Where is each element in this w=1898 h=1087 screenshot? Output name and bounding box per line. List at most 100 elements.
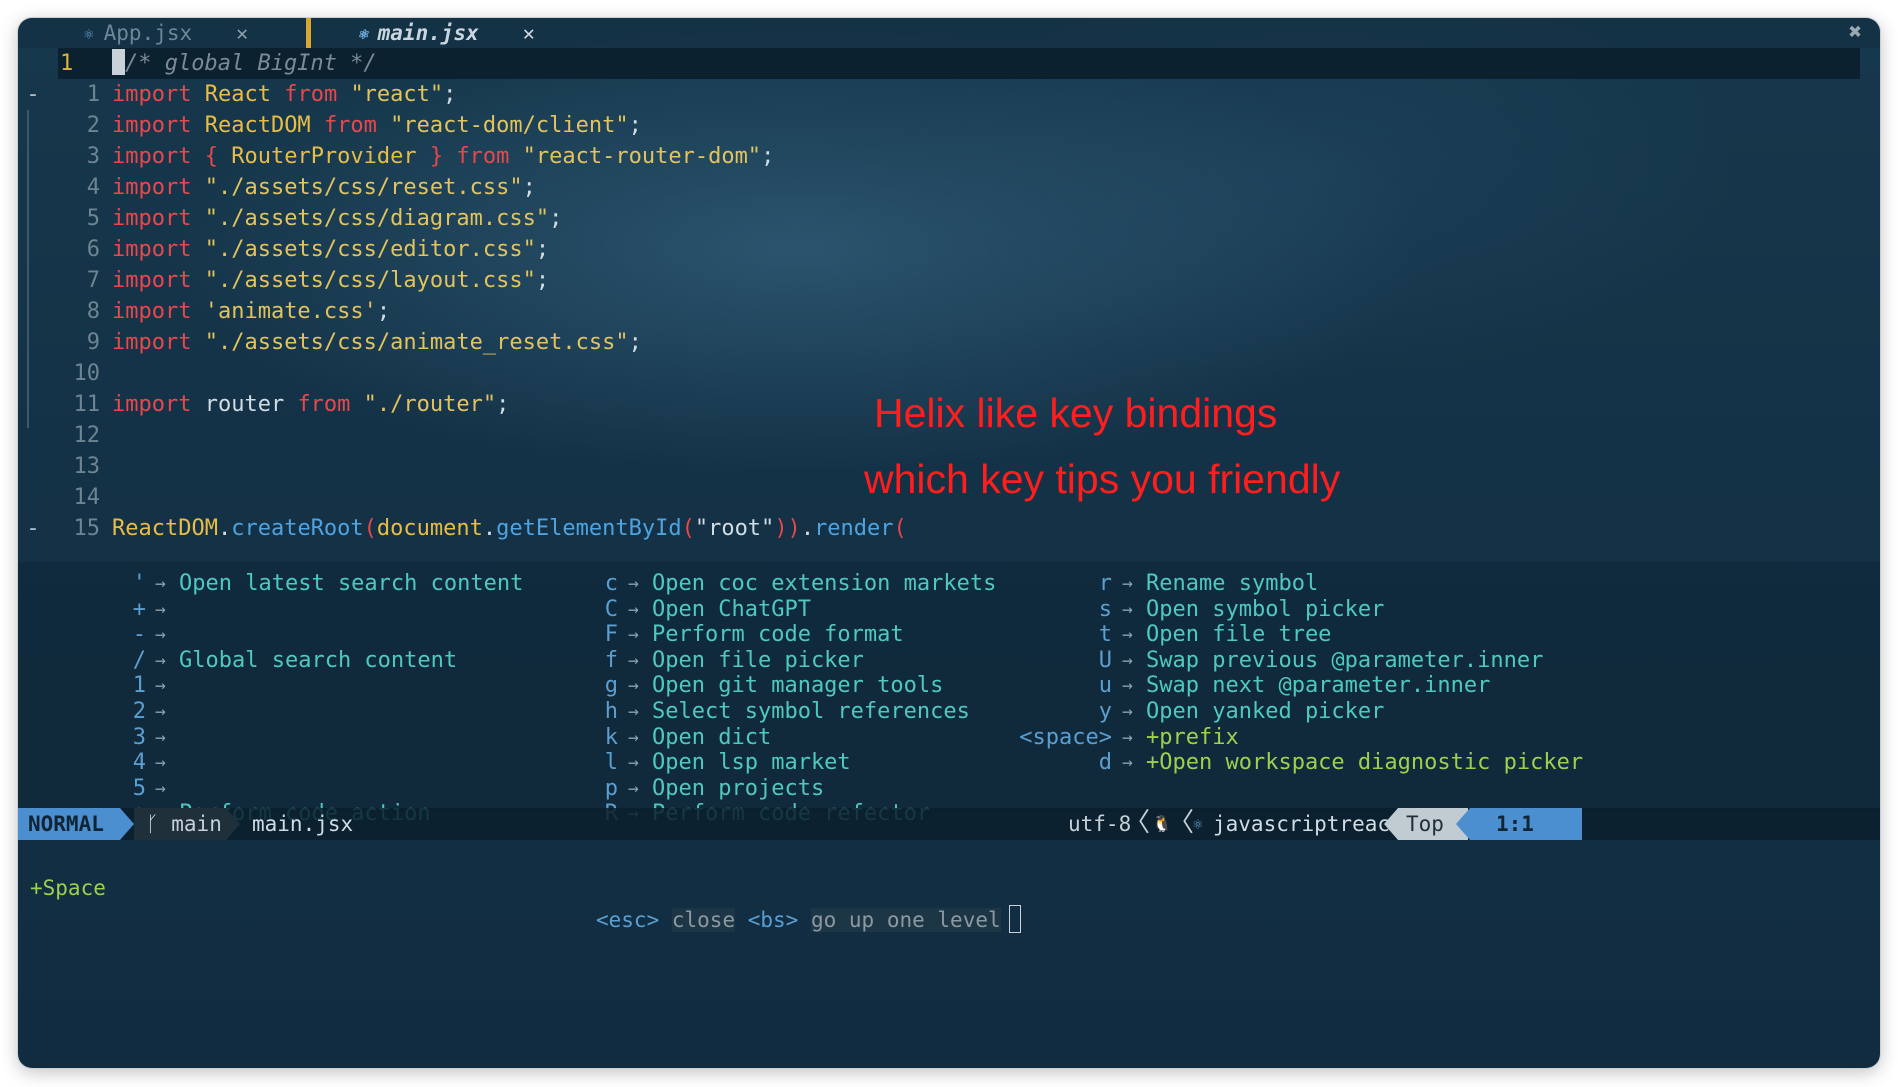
line-number: 11	[73, 392, 101, 417]
code-token: import	[112, 237, 205, 262]
fold-marker: -	[26, 82, 40, 107]
code-line[interactable]: 8 import 'animate.css';	[18, 296, 1880, 327]
code-text: import "./assets/css/animate_reset.css";	[112, 327, 642, 358]
code-token: getElementById	[496, 516, 682, 541]
code-token: }	[429, 144, 457, 169]
line-number: 7	[86, 268, 100, 293]
cursor-pos-separator	[1456, 808, 1470, 840]
line-number: 8	[86, 299, 100, 324]
code-token: router	[204, 392, 298, 417]
tab-label: main.jsx	[377, 21, 479, 45]
window-close-icon[interactable]: ✖	[1849, 20, 1862, 45]
line-number: 6	[86, 237, 100, 262]
code-text: import React from "react";	[112, 79, 456, 110]
status-filename: main.jsx	[252, 812, 354, 836]
bs-desc: go up one level	[810, 908, 1001, 932]
annotation-title: Helix like key bindings	[874, 390, 1278, 436]
line-number: 12	[73, 423, 101, 448]
code-token: render	[814, 516, 894, 541]
tab-main-jsx[interactable]: ⚛ main.jsx ✕	[358, 18, 535, 48]
close-icon[interactable]: ✕	[523, 21, 535, 45]
scroll-separator	[1384, 808, 1398, 840]
code-line[interactable]: 4 import "./assets/css/reset.css";	[18, 172, 1880, 203]
cursor-position: 1:1	[1470, 808, 1582, 840]
file-encoding: utf-8	[1068, 812, 1132, 836]
code-token: ReactDOM	[204, 113, 324, 138]
code-token: import	[112, 113, 205, 138]
code-token: import	[112, 392, 205, 417]
code-line[interactable]: 5 import "./assets/css/diagram.css";	[18, 203, 1880, 234]
code-token: "./assets/css/diagram.css"	[204, 206, 550, 231]
command-line[interactable]: +Space <esc> close <bs> go up one level	[18, 840, 1880, 933]
code-text: import ReactDOM from "react-dom/client";	[112, 110, 642, 141]
line-number: 3	[86, 144, 100, 169]
line-number: 4	[86, 175, 100, 200]
code-token: "./assets/css/reset.css"	[204, 175, 523, 200]
code-token: (	[681, 516, 695, 541]
code-token: 'animate.css'	[204, 299, 377, 324]
which-key-description[interactable]: Global search content	[179, 645, 457, 676]
code-token: ReactDOM	[112, 516, 218, 541]
statusline: NORMAL ᚴ main main.jsx utf-8 〈 🐧 〈 ⚛ jav…	[18, 808, 1880, 840]
code-token: /* global BigInt */	[125, 51, 377, 76]
code-text: import { RouterProvider } from "react-ro…	[112, 141, 774, 172]
tab-separator	[306, 18, 311, 48]
line-number: 13	[73, 454, 101, 479]
code-line[interactable]: 9 import "./assets/css/animate_reset.css"…	[18, 327, 1880, 358]
code-token: "./router"	[363, 392, 497, 417]
code-line[interactable]: - 1 import React from "react";	[18, 79, 1880, 110]
code-token: .	[217, 516, 232, 541]
code-token: "./assets/css/layout.css"	[204, 268, 536, 293]
code-token: ;	[535, 268, 550, 293]
code-token: "./assets/css/animate_reset.css"	[204, 330, 629, 355]
line-number: 10	[73, 361, 101, 386]
line-number: 5	[86, 206, 100, 231]
code-token: ;	[496, 392, 510, 417]
code-text: import 'animate.css';	[112, 296, 390, 327]
code-line[interactable]: 6 import "./assets/css/editor.css";	[18, 234, 1880, 265]
chevron-left-icon: 〈	[1168, 808, 1195, 838]
tab-bar: ⚛ App.jsx ✕ ⚛ main.jsx ✕ ✖	[18, 18, 1880, 48]
code-line[interactable]: 3 import { RouterProvider } from "react-r…	[18, 141, 1880, 172]
code-line[interactable]: 7 import "./assets/css/layout.css";	[18, 265, 1880, 296]
code-token: RouterProvider	[231, 144, 430, 169]
code-line[interactable]: -15 ReactDOM.createRoot(document.getEleme…	[18, 513, 1880, 544]
code-line[interactable]: 10	[18, 358, 1880, 389]
branch-separator	[226, 808, 240, 840]
branch-name: main	[171, 812, 222, 836]
code-token: import	[112, 144, 205, 169]
react-icon: ⚛	[358, 23, 368, 43]
code-token: ;	[443, 82, 457, 107]
code-token: ;	[549, 206, 563, 231]
code-text: ReactDOM.createRoot(document.getElementB…	[112, 513, 907, 544]
code-text: import router from "./router";	[112, 389, 509, 420]
code-token: document	[376, 516, 483, 541]
git-branch[interactable]: ᚴ main	[134, 808, 226, 840]
close-icon[interactable]: ✕	[236, 21, 248, 45]
file-type: javascriptreact	[1213, 812, 1403, 836]
tab-label: App.jsx	[103, 21, 193, 45]
react-icon: ⚛	[1193, 814, 1203, 833]
code-token: "./assets/css/editor.css"	[204, 237, 536, 262]
code-token: (	[363, 516, 377, 541]
code-text: /* global BigInt */	[112, 48, 377, 79]
line-number: 15	[73, 516, 101, 541]
code-line[interactable]: 1 /* global BigInt */	[18, 48, 1880, 79]
code-line[interactable]: 2 import ReactDOM from "react-dom/client"…	[18, 110, 1880, 141]
git-branch-icon: ᚴ	[146, 812, 159, 836]
code-token: ;	[376, 299, 391, 324]
code-token: import	[112, 175, 205, 200]
code-token: ;	[535, 237, 550, 262]
key-hint: <esc> close <bs> go up one level	[596, 904, 1021, 936]
code-token: createRoot	[231, 516, 364, 541]
which-key-key[interactable]: d	[912, 747, 1112, 778]
code-text: import "./assets/css/layout.css";	[112, 265, 549, 296]
tab-app-jsx[interactable]: ⚛ App.jsx ✕	[84, 18, 248, 48]
code-token: import	[112, 82, 205, 107]
line-number: 2	[86, 113, 100, 138]
code-token: "react"	[350, 82, 444, 107]
which-key-description[interactable]: +Open workspace diagnostic picker	[1146, 747, 1583, 778]
code-token: "react-dom/client"	[390, 113, 629, 138]
code-token: .	[800, 516, 815, 541]
code-token: from	[284, 82, 351, 107]
